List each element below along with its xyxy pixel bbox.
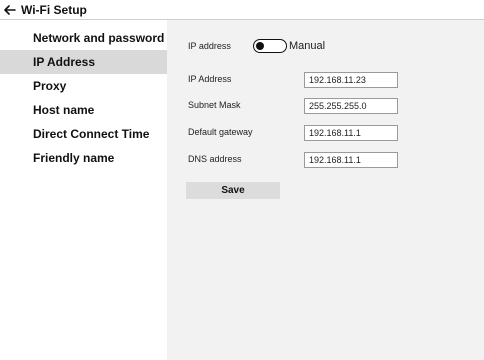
sidebar-item-label: Direct Connect Time: [33, 127, 150, 141]
sidebar-item-network-and-password[interactable]: Network and password: [0, 26, 167, 50]
sidebar-item-host-name[interactable]: Host name: [0, 98, 167, 122]
sidebar-item-ip-address[interactable]: IP Address: [0, 50, 167, 74]
ip-address-field[interactable]: [304, 72, 398, 88]
sidebar-item-friendly-name[interactable]: Friendly name: [0, 146, 167, 170]
arrow-left-icon: [4, 4, 16, 15]
sidebar-item-direct-connect-time[interactable]: Direct Connect Time: [0, 122, 167, 146]
title-bar: Wi-Fi Setup: [0, 0, 484, 20]
ip-mode-toggle[interactable]: [253, 39, 287, 53]
sidebar-item-proxy[interactable]: Proxy: [0, 74, 167, 98]
back-button[interactable]: [3, 3, 17, 17]
subnet-mask-label: Subnet Mask: [188, 100, 241, 110]
sidebar-item-label: Proxy: [33, 79, 67, 93]
sidebar-item-label: Friendly name: [33, 151, 115, 165]
default-gateway-label: Default gateway: [188, 127, 253, 137]
toggle-knob: [256, 41, 264, 50]
ip-address-label: IP Address: [188, 74, 232, 84]
ip-mode-label: IP address: [188, 41, 231, 51]
sidebar-item-label: IP Address: [33, 55, 96, 69]
default-gateway-field[interactable]: [304, 125, 398, 141]
ip-address-panel: IP address Manual IP Address Subnet Mask…: [167, 20, 484, 360]
save-button[interactable]: Save: [186, 182, 280, 199]
ip-mode-value: Manual: [289, 40, 326, 52]
page-title: Wi-Fi Setup: [21, 2, 87, 17]
sidebar: Network and password IP Address Proxy Ho…: [0, 20, 167, 360]
sidebar-item-label: Host name: [33, 103, 95, 117]
subnet-mask-field[interactable]: [304, 98, 398, 114]
dns-address-field[interactable]: [304, 152, 398, 168]
dns-address-label: DNS address: [188, 154, 242, 164]
sidebar-item-label: Network and password: [33, 31, 165, 45]
